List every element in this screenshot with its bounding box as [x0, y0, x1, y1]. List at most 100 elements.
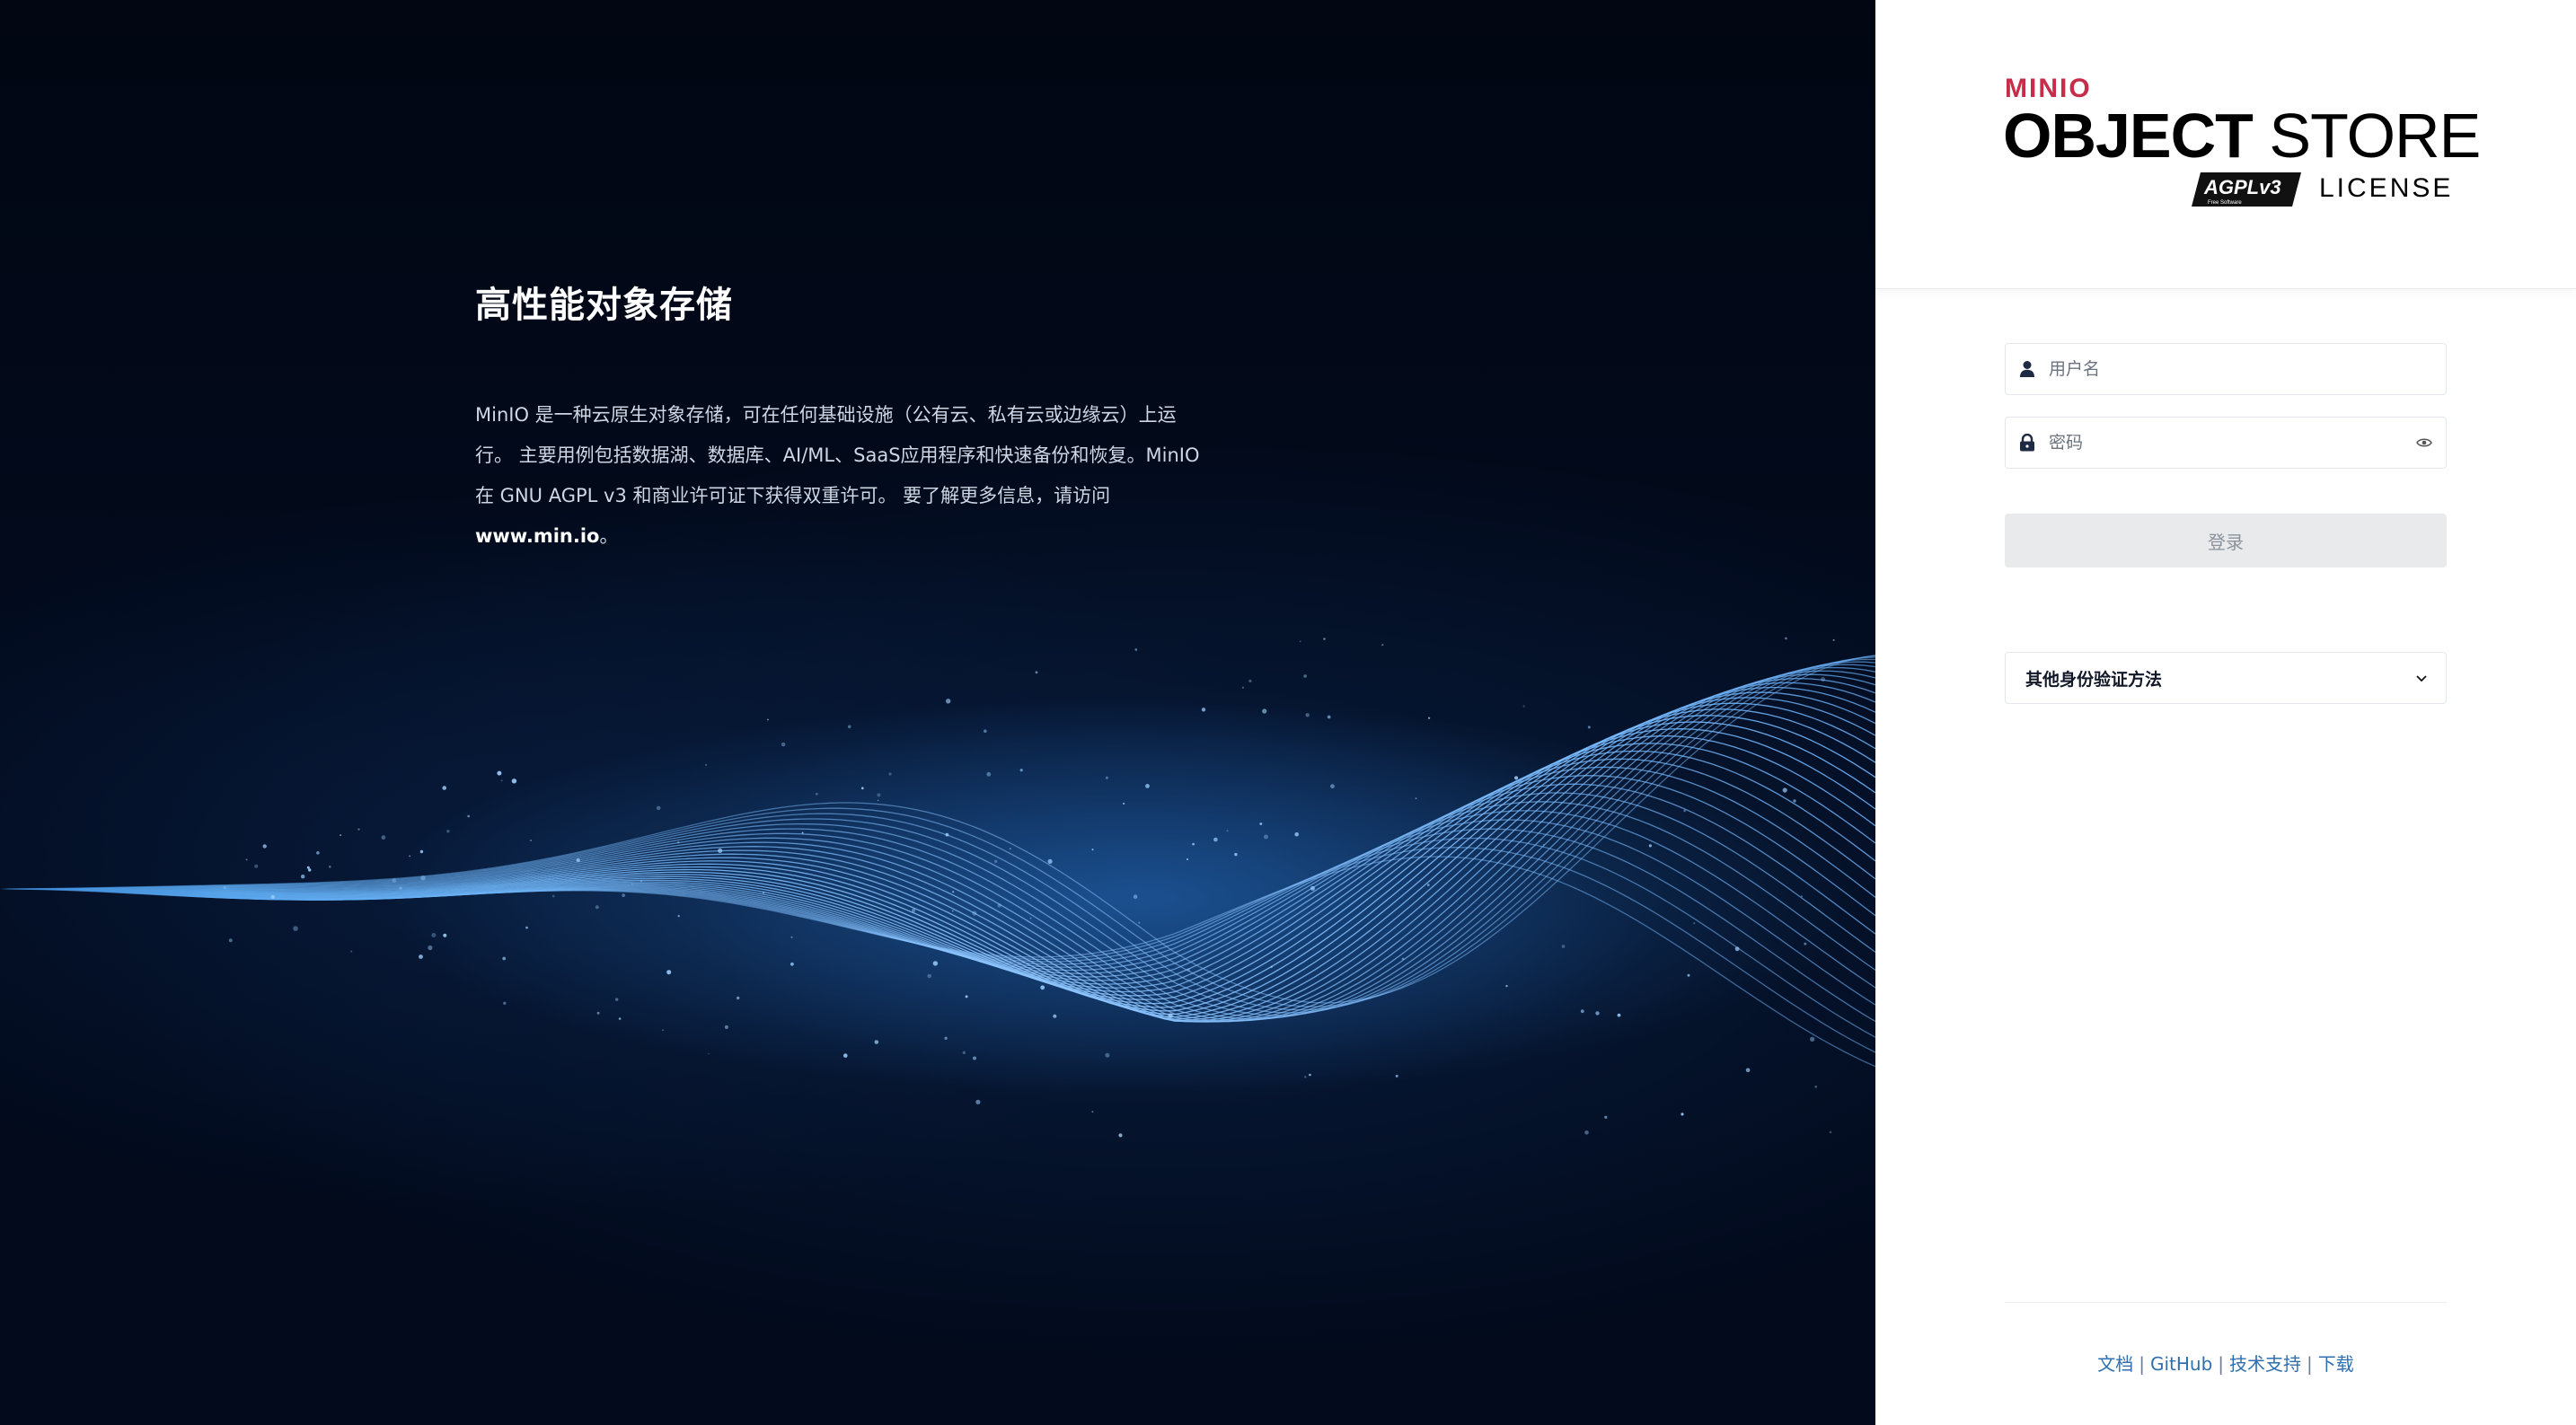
- wave-particle: [877, 793, 881, 797]
- hero-title: 高性能对象存储: [475, 285, 733, 326]
- wave-particle: [927, 973, 931, 979]
- wave-particle: [381, 835, 386, 840]
- wave-particle: [293, 926, 298, 931]
- password-field[interactable]: [2005, 417, 2447, 469]
- wave-particle: [984, 729, 987, 733]
- wave-particle: [1105, 1052, 1110, 1058]
- wave-particle: [1270, 965, 1273, 968]
- wave-particle: [1304, 1076, 1307, 1078]
- wave-particle: [1248, 679, 1252, 683]
- wave-particle: [1035, 671, 1038, 674]
- wave-particle: [1381, 644, 1384, 647]
- wave-particle: [1047, 858, 1053, 865]
- wave-particle: [301, 875, 305, 879]
- hero-description-line: MinIO 是一种云原生对象存储，可在任何基础设施（公有云、私有云或边缘云）上运: [475, 404, 1177, 426]
- wave-particle: [1091, 1111, 1094, 1113]
- wave-particle: [1427, 884, 1430, 886]
- wave-particle: [945, 832, 949, 837]
- hero-description-line: 在 GNU AGPL v3 和商业许可证下获得双重许可。 要了解更多信息，请访问: [475, 485, 1111, 506]
- wave-particle: [551, 894, 555, 898]
- wave-illustration: [0, 637, 1875, 1138]
- chevron-down-icon: [2415, 670, 2428, 687]
- wave-particle: [1687, 973, 1690, 977]
- wave-particle: [1428, 717, 1431, 719]
- wave-particle: [442, 786, 447, 790]
- hero-text: 高性能对象存储 MinIO 是一种云原生对象存储，可在任何基础设施（公有云、私有…: [475, 278, 1203, 557]
- minio-website-link[interactable]: www.min.io: [475, 525, 599, 547]
- wave-particle: [618, 1017, 622, 1020]
- wave-particle: [662, 1029, 664, 1031]
- wave-particle: [708, 1052, 710, 1055]
- username-field[interactable]: [2005, 343, 2447, 395]
- license-label: LICENSE: [2319, 173, 2454, 203]
- product-name-light: STORE: [2269, 101, 2481, 171]
- alternative-auth-dropdown[interactable]: 其他身份验证方法: [2005, 652, 2447, 704]
- wave-particle: [1262, 708, 1267, 714]
- wave-particle: [1305, 713, 1310, 717]
- docs-link[interactable]: 文档: [2097, 1353, 2133, 1375]
- github-link[interactable]: GitHub: [2150, 1353, 2212, 1375]
- wave-particle: [1241, 686, 1244, 689]
- wave-particle: [262, 844, 267, 849]
- login-button[interactable]: 登录: [2005, 514, 2447, 567]
- support-link[interactable]: 技术支持: [2229, 1353, 2301, 1375]
- wave-particle: [1810, 1036, 1815, 1042]
- wave-particle: [1010, 848, 1011, 849]
- wave-particle: [877, 799, 879, 802]
- product-name-strong: OBJECT: [2003, 101, 2254, 171]
- footer-divider: [2005, 1302, 2447, 1303]
- wave-particle: [1561, 945, 1566, 948]
- wave-particle: [1327, 715, 1331, 719]
- wave-particle: [1259, 822, 1263, 825]
- wave-particle: [1187, 968, 1190, 972]
- lock-icon: [2006, 418, 2049, 468]
- user-icon: [2006, 344, 2049, 394]
- wave-particle: [944, 1036, 948, 1041]
- wave-particle: [530, 840, 532, 841]
- wave-particle: [1395, 1074, 1398, 1078]
- show-password-icon[interactable]: [2403, 418, 2446, 468]
- wave-particle: [1303, 674, 1307, 678]
- hero-link-suffix: 。: [599, 525, 619, 547]
- wave-particle: [1133, 894, 1138, 899]
- wave-particle: [1105, 776, 1108, 779]
- wave-particle: [511, 778, 517, 784]
- wave-particle: [270, 894, 275, 900]
- wave-particle: [952, 910, 954, 912]
- wave-particle: [1514, 776, 1519, 780]
- alternative-auth-label: 其他身份验证方法: [2025, 669, 2163, 690]
- wave-particle: [1213, 837, 1218, 842]
- wave-particle: [1323, 638, 1326, 640]
- username-input[interactable]: [2049, 344, 2446, 394]
- wave-particle: [1617, 1013, 1621, 1017]
- wave-particle: [631, 883, 633, 885]
- wave-particle: [994, 859, 998, 864]
- wave-particle: [847, 725, 851, 729]
- wave-particle: [1683, 809, 1686, 813]
- wave-particle: [676, 840, 680, 844]
- wave-particle: [329, 866, 331, 868]
- wave-particle: [677, 915, 680, 918]
- wave-particle: [576, 858, 580, 863]
- wave-particle: [656, 805, 661, 811]
- wave-particle: [497, 770, 502, 776]
- wave-particle: [1821, 677, 1826, 682]
- wave-particle: [446, 830, 450, 833]
- wave-particle: [1192, 842, 1195, 846]
- wave-particle: [419, 849, 424, 854]
- download-link[interactable]: 下载: [2318, 1353, 2354, 1375]
- password-input[interactable]: [2049, 418, 2403, 468]
- wave-particle: [1734, 946, 1740, 952]
- agpl-badge-subtext: Free Software: [2208, 200, 2242, 206]
- wave-particle: [724, 1025, 728, 1029]
- wave-particle: [1091, 849, 1094, 851]
- wave-particle: [962, 1051, 966, 1055]
- footer-separator: |: [2218, 1353, 2225, 1375]
- wave-particle: [1029, 917, 1032, 919]
- wave-particle: [228, 938, 233, 943]
- footer-separator: |: [2139, 1353, 2145, 1375]
- wave-particle: [1138, 921, 1141, 924]
- wave-particle: [1134, 648, 1138, 651]
- wave-particle: [306, 866, 310, 869]
- wave-particle: [1793, 799, 1796, 803]
